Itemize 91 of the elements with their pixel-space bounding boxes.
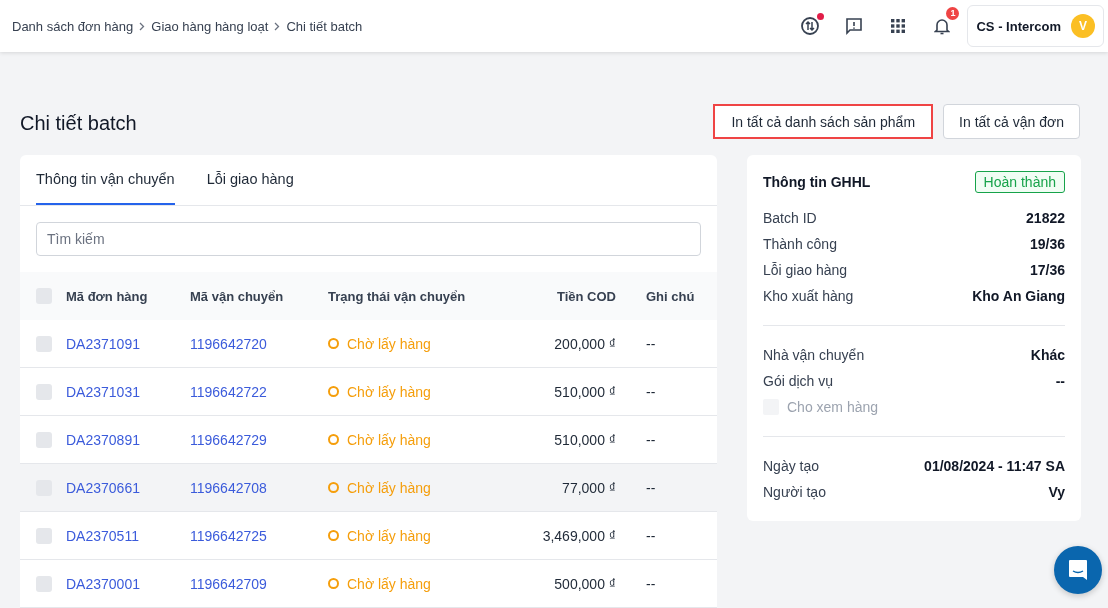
- card-title: Thông tin GHHL: [763, 174, 871, 190]
- field-value: 17/36: [1029, 262, 1065, 278]
- status-ring-icon: [328, 386, 339, 397]
- row-checkbox[interactable]: [36, 431, 52, 448]
- notification-dot: [817, 13, 825, 20]
- breadcrumb-link[interactable]: Danh sách đơn hàng: [12, 18, 134, 34]
- tracking-link[interactable]: 1196642720: [190, 335, 328, 352]
- search-field[interactable]: Tìm kiếm: [36, 222, 701, 256]
- tracking-link[interactable]: 1196642708: [190, 479, 328, 496]
- checkbox-label: Cho xem hàng: [787, 399, 879, 415]
- column-header: Mã đơn hàng: [66, 288, 149, 304]
- table-cell-text: 500,000 ₫: [553, 575, 616, 592]
- tracking-link[interactable]: 1196642725: [190, 527, 328, 544]
- row-checkbox[interactable]: [36, 383, 52, 400]
- avatar: V: [1071, 14, 1095, 38]
- table-row[interactable]: DA2371091 1196642720 Chờ lấy hàng 200,000 ₫ --: [20, 320, 717, 368]
- notification-badge: 1: [946, 7, 960, 20]
- order-link[interactable]: DA2371091: [66, 335, 190, 352]
- status-text: Chờ lấy hàng: [347, 527, 431, 544]
- order-link[interactable]: DA2370511: [66, 527, 190, 544]
- table-cell-text: 77,000 ₫: [561, 479, 616, 496]
- field-value: 21822: [1026, 210, 1065, 226]
- status-ring-icon: [328, 434, 339, 445]
- print-button[interactable]: In tất cả vận đơn: [943, 104, 1080, 139]
- column-header: Tiền COD: [556, 288, 616, 304]
- field-label: Kho xuất hàng: [763, 288, 854, 304]
- column-header: Trạng thái vận chuyển: [328, 288, 467, 304]
- field-label: Lỗi giao hàng: [763, 262, 848, 278]
- field-label: Ngày tạo: [763, 458, 820, 474]
- feedback-icon[interactable]: [845, 17, 864, 35]
- table-cell-text: --: [645, 479, 657, 496]
- table-cell-text: --: [645, 383, 657, 400]
- order-link[interactable]: DA2371031: [66, 383, 190, 400]
- field-label: Nhà vận chuyển: [763, 347, 865, 363]
- table-cell-text: 200,000 ₫: [553, 335, 616, 352]
- table-cell-text: --: [645, 431, 657, 448]
- field-value: Kho An Giang: [972, 288, 1065, 304]
- chevron-right-icon: [274, 21, 281, 31]
- field-label: Người tạo: [763, 484, 826, 500]
- row-checkbox[interactable]: [36, 335, 52, 352]
- tracking-link[interactable]: 1196642722: [190, 383, 328, 400]
- status-ring-icon: [328, 482, 339, 493]
- bell-icon[interactable]: [934, 17, 951, 35]
- table-cell-text: 510,000 ₫: [553, 383, 616, 400]
- tab[interactable]: Thông tin vận chuyển: [36, 155, 175, 205]
- table-cell-text: --: [645, 527, 657, 544]
- table-cell-text: --: [645, 575, 657, 592]
- chevron-right-icon: [139, 21, 146, 31]
- field-value: Khác: [1030, 347, 1065, 363]
- order-link[interactable]: DA2370001: [66, 575, 190, 592]
- table-cell-text: --: [645, 335, 657, 352]
- table-row[interactable]: DA2370001 1196642709 Chờ lấy hàng 500,000 ₫ --: [20, 560, 717, 608]
- status-ring-icon: [328, 530, 339, 541]
- account-name: CS - Intercom: [976, 18, 1061, 34]
- row-checkbox[interactable]: [36, 575, 52, 592]
- tracking-link[interactable]: 1196642729: [190, 431, 328, 448]
- breadcrumb-link[interactable]: Giao hàng hàng loạt: [151, 18, 269, 34]
- status-text: Chờ lấy hàng: [347, 479, 431, 496]
- tracking-link[interactable]: 1196642709: [190, 575, 328, 592]
- field-label: Thành công: [763, 236, 837, 252]
- apps-grid-icon[interactable]: [891, 19, 906, 33]
- order-link[interactable]: DA2370891: [66, 431, 190, 448]
- account-menu[interactable]: CS - Intercom V: [967, 5, 1104, 47]
- status-text: Chờ lấy hàng: [347, 575, 431, 592]
- breadcrumb-link[interactable]: Chi tiết batch: [286, 18, 363, 34]
- sync-icon[interactable]: [800, 16, 821, 36]
- order-link[interactable]: DA2370661: [66, 479, 190, 496]
- status-text: Chờ lấy hàng: [347, 431, 431, 448]
- table-row[interactable]: DA2370511 1196642725 Chờ lấy hàng 3,469,000 ₫ --: [20, 512, 717, 560]
- tab[interactable]: Lỗi giao hàng: [206, 155, 294, 205]
- field-label: Gói dịch vụ: [763, 373, 834, 389]
- chat-icon[interactable]: [1068, 559, 1088, 581]
- table-row[interactable]: DA2370661 1196642708 Chờ lấy hàng 77,000 ₫ --: [20, 464, 717, 512]
- status-ring-icon: [328, 338, 339, 349]
- table-cell-text: 510,000 ₫: [553, 431, 616, 448]
- print-button[interactable]: In tất cả danh sách sản phẩm: [713, 104, 934, 139]
- status-text: Chờ lấy hàng: [347, 335, 431, 352]
- table-row[interactable]: DA2371031 1196642722 Chờ lấy hàng 510,000 ₫ --: [20, 368, 717, 416]
- status-badge: Hoàn thành: [974, 171, 1065, 193]
- page-title: Chi tiết batch: [20, 111, 137, 135]
- status-ring-icon: [328, 578, 339, 589]
- row-checkbox[interactable]: [36, 527, 52, 544]
- status-text: Chờ lấy hàng: [347, 383, 431, 400]
- field-value: --: [1055, 373, 1065, 389]
- column-header: Mã vận chuyển: [190, 288, 285, 304]
- field-value: 19/36: [1029, 236, 1065, 252]
- field-value: 01/08/2024 - 11:47 SA: [924, 458, 1065, 474]
- table-cell-text: 3,469,000 ₫: [541, 527, 616, 544]
- field-label: Batch ID: [763, 210, 817, 226]
- column-header: Ghi chú: [645, 288, 696, 304]
- field-value: Vy: [1048, 484, 1065, 500]
